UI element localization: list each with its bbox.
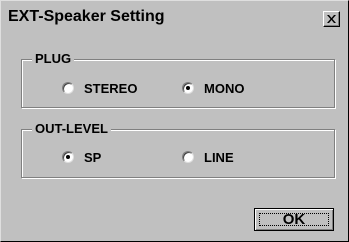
plug-group: PLUG STEREO MONO — [21, 51, 335, 108]
close-x-icon — [327, 15, 336, 23]
plug-group-label: PLUG — [32, 51, 75, 67]
radio-sp[interactable]: SP — [62, 149, 101, 165]
out-level-group-label: OUT-LEVEL — [32, 121, 111, 137]
out-level-group: OUT-LEVEL SP LINE — [21, 121, 335, 178]
radio-mono-label[interactable]: MONO — [204, 81, 244, 96]
radio-line-label[interactable]: LINE — [204, 150, 234, 165]
radio-stereo[interactable]: STEREO — [62, 80, 137, 96]
radio-sp-circle[interactable] — [62, 151, 74, 163]
radio-line[interactable]: LINE — [182, 149, 234, 165]
radio-mono[interactable]: MONO — [182, 80, 244, 96]
radio-mono-selected-dot — [186, 86, 190, 90]
radio-mono-circle[interactable] — [182, 82, 194, 94]
radio-sp-label[interactable]: SP — [84, 150, 101, 165]
ext-speaker-dialog: EXT-Speaker Setting PLUG STEREO MONO OUT… — [0, 0, 349, 242]
dialog-title: EXT-Speaker Setting — [8, 8, 165, 25]
radio-sp-selected-dot — [66, 155, 70, 159]
ok-button-label: OK — [282, 211, 306, 228]
ok-button[interactable]: OK — [254, 208, 334, 231]
radio-stereo-label[interactable]: STEREO — [84, 81, 137, 96]
radio-stereo-circle[interactable] — [62, 82, 74, 94]
title-bar: EXT-Speaker Setting — [4, 5, 344, 33]
close-button[interactable] — [323, 11, 340, 27]
radio-line-circle[interactable] — [182, 151, 194, 163]
